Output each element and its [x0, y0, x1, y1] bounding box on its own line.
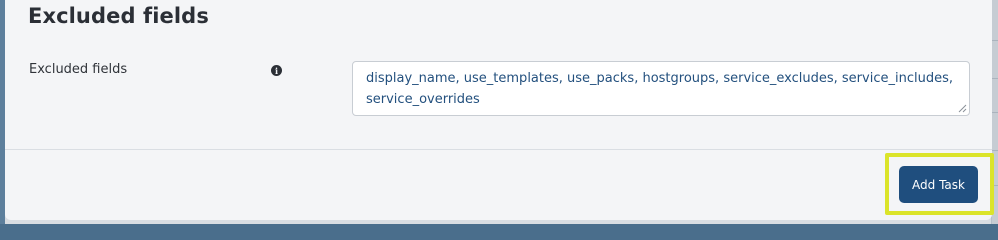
- edge-line: [992, 40, 998, 41]
- excluded-fields-textarea[interactable]: display_name, use_templates, use_packs, …: [352, 61, 970, 116]
- edge-line: [992, 112, 998, 113]
- edge-line: [992, 78, 998, 79]
- add-task-dialog: Excluded fields Excluded fields i displa…: [5, 0, 992, 220]
- edge-line: [992, 150, 998, 151]
- resize-grip-icon[interactable]: [958, 104, 967, 113]
- add-task-button[interactable]: Add Task: [899, 166, 978, 203]
- info-icon[interactable]: i: [271, 65, 282, 76]
- excluded-fields-label: Excluded fields: [29, 62, 128, 77]
- info-glyph: i: [274, 65, 279, 76]
- footer-divider: [5, 149, 992, 150]
- section-title: Excluded fields: [28, 4, 209, 28]
